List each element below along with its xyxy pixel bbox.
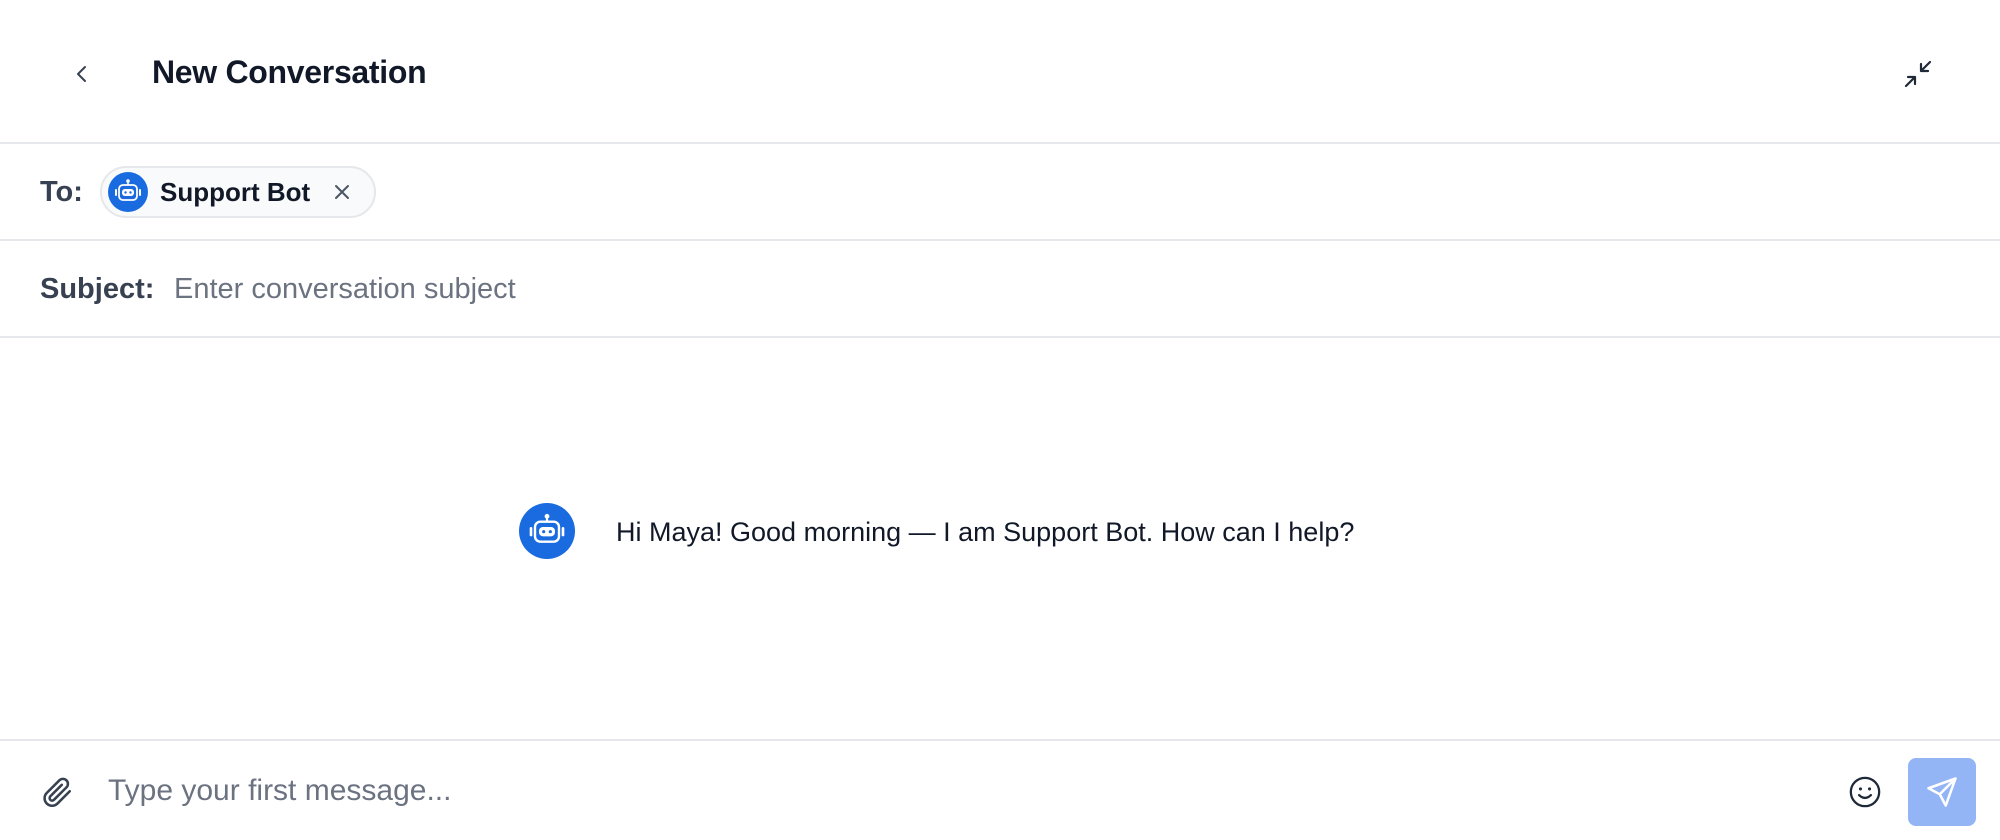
paperclip-icon [43, 777, 72, 808]
attach-button[interactable] [36, 771, 78, 813]
minimize-arrows-icon [1904, 60, 1932, 88]
message-area: Hi Maya! Good morning — I am Support Bot… [0, 338, 2000, 739]
send-button[interactable] [1908, 758, 1976, 826]
recipient-chip-label: Support Bot [160, 176, 311, 207]
bot-message-text: Hi Maya! Good morning — I am Support Bot… [616, 517, 1355, 547]
new-conversation-panel: New Conversation To: Support Bot Subject… [0, 0, 2000, 840]
send-icon [1927, 777, 1957, 807]
robot-icon [108, 172, 148, 212]
minimize-button[interactable] [1896, 52, 1940, 96]
recipients-row: To: Support Bot [0, 144, 2000, 241]
to-label: To: [40, 176, 83, 208]
message-input[interactable] [108, 767, 1808, 815]
emoji-button[interactable] [1846, 773, 1884, 811]
back-button[interactable] [60, 52, 104, 96]
chevron-left-icon [77, 66, 86, 82]
composer [0, 739, 2000, 840]
remove-recipient-button[interactable] [330, 180, 354, 204]
subject-row: Subject: [0, 241, 2000, 338]
recipient-chip[interactable]: Support Bot [100, 166, 377, 218]
header: New Conversation [0, 0, 2000, 144]
subject-input[interactable] [174, 267, 1954, 311]
robot-icon [519, 503, 575, 559]
page-title: New Conversation [152, 54, 427, 90]
close-icon [335, 185, 350, 199]
subject-label: Subject: [40, 273, 155, 305]
smiley-icon [1849, 776, 1881, 808]
